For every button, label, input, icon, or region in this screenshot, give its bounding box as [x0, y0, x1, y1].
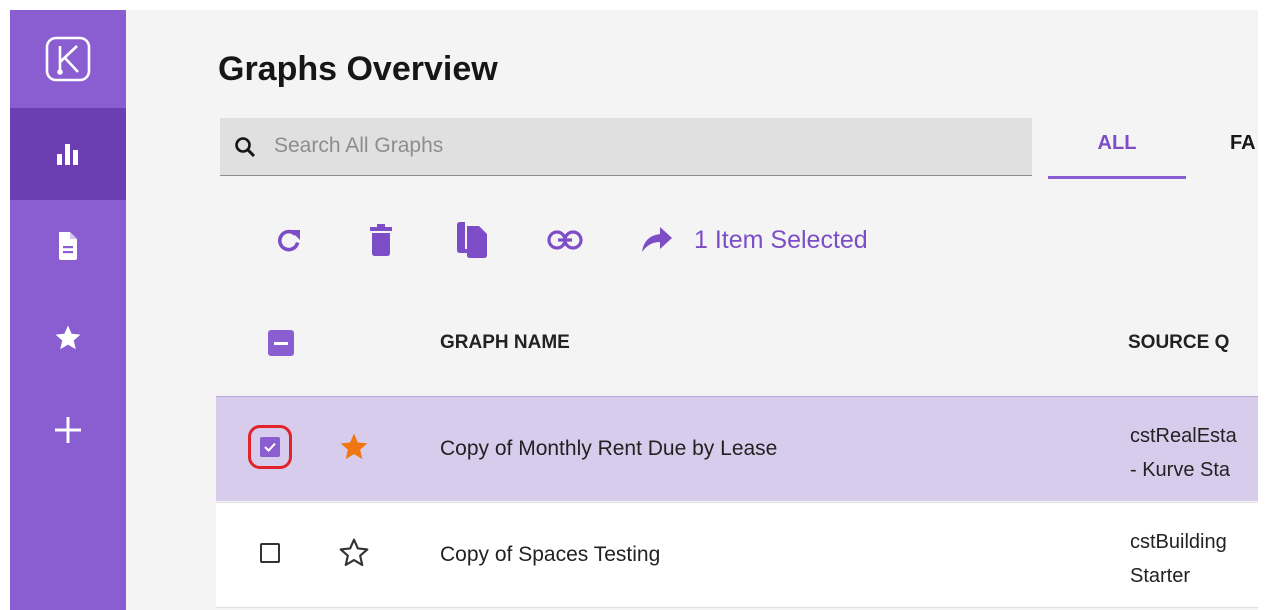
column-header-graph-name[interactable]: GRAPH NAME [440, 332, 570, 354]
main-content: Graphs Overview ALL FA [126, 10, 1258, 610]
copy-button[interactable] [450, 217, 496, 263]
star-outline-icon [339, 538, 369, 567]
source-line: cstRealEsta [1130, 425, 1237, 447]
search-input[interactable] [274, 118, 1014, 174]
star-filled-icon [340, 433, 368, 459]
plus-icon [55, 417, 81, 443]
favorite-star-button[interactable] [338, 431, 370, 463]
source-line: Starter [1130, 565, 1191, 587]
refresh-icon [278, 229, 300, 252]
sidebar-item-graphs[interactable] [10, 108, 126, 200]
share-icon [642, 227, 672, 252]
tab-all[interactable]: ALL [1048, 124, 1186, 179]
source-line: - Kurve Sta [1130, 459, 1231, 481]
table-row[interactable]: Copy of Monthly Rent Due by Lease cstRea… [216, 396, 1258, 501]
link-icon [547, 230, 583, 250]
selected-count: 1 Item Selected [694, 225, 868, 254]
select-all-checkbox[interactable] [268, 330, 294, 356]
bar-chart-icon [57, 144, 78, 165]
kurve-logo-icon [45, 36, 91, 82]
delete-icon [370, 224, 392, 256]
delete-button[interactable] [358, 217, 404, 263]
link-button[interactable] [542, 217, 588, 263]
toolbar: 1 Item Selected [266, 216, 868, 264]
star-icon [55, 325, 81, 350]
sidebar [10, 10, 126, 610]
logo[interactable] [10, 10, 126, 108]
refresh-button[interactable] [266, 217, 312, 263]
copy-icon [457, 222, 487, 258]
tab-favorites[interactable]: FA [1230, 124, 1256, 176]
document-icon [59, 232, 77, 260]
source-query: cstRealEsta - Kurve Sta [1130, 419, 1237, 487]
row-checkbox[interactable] [260, 543, 280, 563]
search-icon [235, 137, 256, 158]
table-row[interactable]: Copy of Spaces Testing cstBuilding Start… [216, 502, 1258, 608]
favorite-star-button[interactable] [338, 537, 370, 569]
search-bar [220, 118, 1032, 176]
graph-name[interactable]: Copy of Monthly Rent Due by Lease [440, 437, 777, 461]
page-title: Graphs Overview [218, 50, 498, 88]
row-checkbox[interactable] [260, 437, 280, 457]
sidebar-item-favorites[interactable] [10, 292, 126, 384]
sidebar-item-add[interactable] [10, 384, 126, 476]
column-header-source[interactable]: SOURCE Q [1128, 332, 1229, 354]
graph-name[interactable]: Copy of Spaces Testing [440, 543, 660, 567]
source-query: cstBuilding Starter [1130, 525, 1227, 593]
table-header: GRAPH NAME SOURCE Q [206, 310, 1258, 380]
share-button[interactable] [634, 217, 680, 263]
check-icon [264, 442, 276, 453]
sidebar-item-documents[interactable] [10, 200, 126, 292]
source-line: cstBuilding [1130, 531, 1227, 553]
